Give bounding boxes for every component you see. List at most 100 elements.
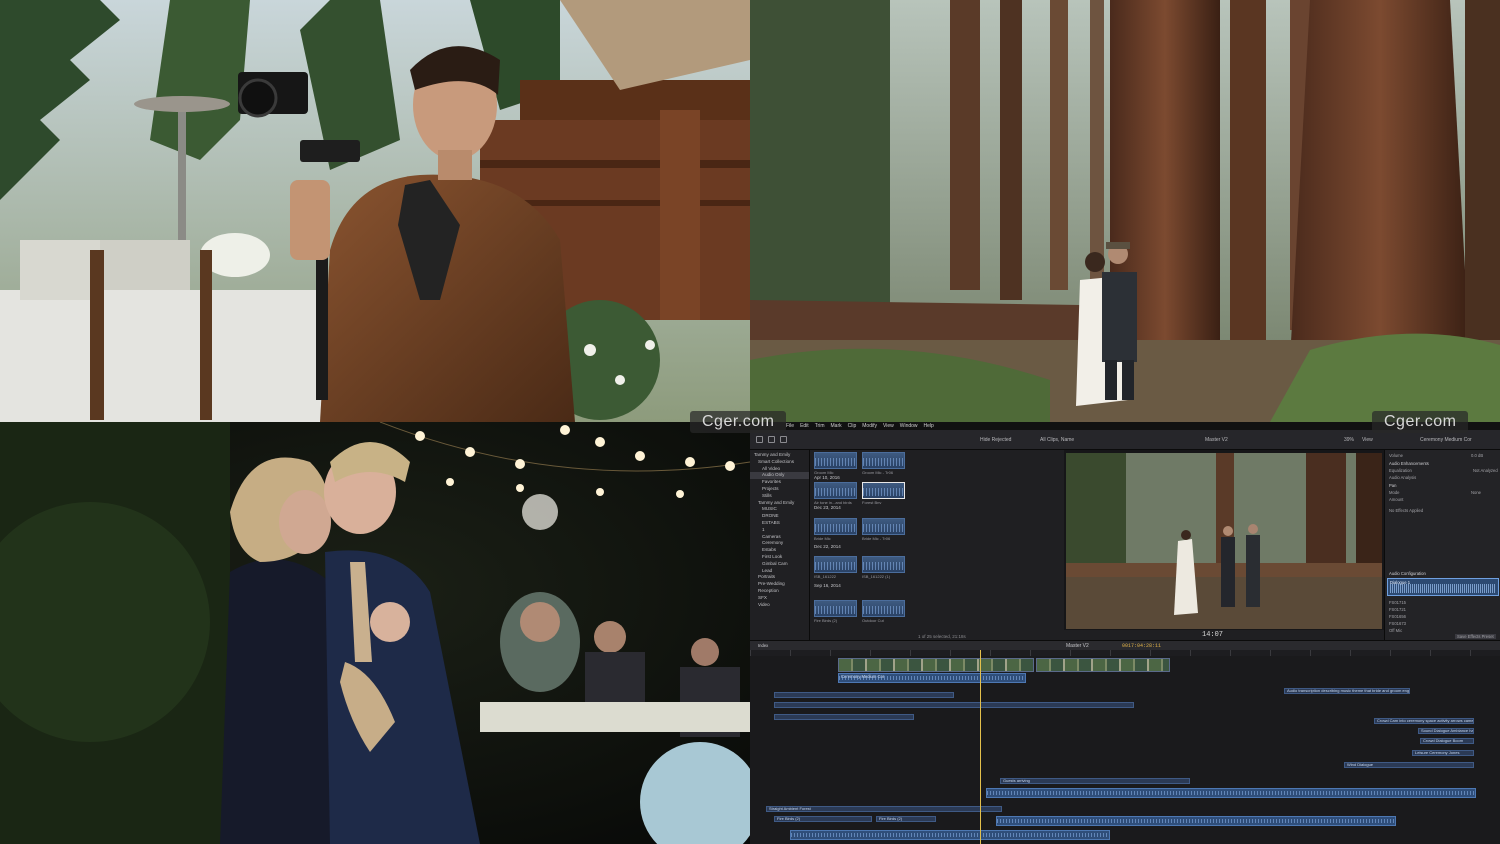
sidebar-item[interactable]: Estabs <box>750 547 809 554</box>
save-effects-preset-button[interactable]: Save Effects Preset <box>1455 634 1496 639</box>
menu-file[interactable]: File <box>786 423 794 429</box>
sidebar-item[interactable]: Portraits <box>750 574 809 581</box>
video-clip[interactable] <box>838 658 1034 672</box>
menu-mark[interactable]: Mark <box>831 423 842 429</box>
clip-name: Bride Mic - Tr06 <box>862 536 891 541</box>
sidebar-item[interactable]: SFX <box>750 595 809 602</box>
titles-icon[interactable] <box>780 436 787 443</box>
connected-clip[interactable]: Straight Ambient Forest <box>766 806 1002 812</box>
audio-component[interactable]: Off Mic <box>1389 628 1402 633</box>
browser-sort-info[interactable]: All Clips, Name <box>1040 437 1074 443</box>
clip-name: ISB_161222 <box>814 574 837 579</box>
menu-view[interactable]: View <box>883 423 894 429</box>
inspector-volume-label: Volume <box>1389 453 1403 458</box>
connected-clip[interactable]: Fire Birds (2) <box>774 816 872 822</box>
playhead[interactable] <box>980 650 981 844</box>
clip-thumbnail[interactable] <box>814 518 857 535</box>
menu-clip[interactable]: Clip <box>848 423 857 429</box>
audio-channel-name: Dialogue 1 <box>1390 580 1411 585</box>
audio-component[interactable]: FS01656 <box>1389 614 1406 619</box>
sidebar-item[interactable]: Cameras <box>750 534 809 541</box>
menu-trim[interactable]: Trim <box>815 423 825 429</box>
connected-clip[interactable]: Crowd Cam into ceremony space activity a… <box>1374 718 1474 724</box>
date-group[interactable]: Apr 10, 2016 <box>814 475 840 480</box>
libraries-icon[interactable] <box>756 436 763 443</box>
sidebar-item-selected[interactable]: Audio Only <box>750 472 809 480</box>
audio-component[interactable]: FS01715 <box>1389 600 1406 605</box>
sidebar-item[interactable]: Reception <box>750 588 809 595</box>
clip-thumbnail[interactable] <box>862 556 905 573</box>
still-first-dance <box>0 422 750 844</box>
inspector-pan-mode-value[interactable]: None <box>1471 490 1481 495</box>
menu-edit[interactable]: Edit <box>800 423 809 429</box>
sidebar-item[interactable]: DRONE <box>750 513 809 520</box>
sidebar-item[interactable]: ESTABS <box>750 520 809 527</box>
menu-help[interactable]: Help <box>924 423 934 429</box>
sidebar-item[interactable]: Tammy and Emily <box>750 500 809 507</box>
connected-clip[interactable] <box>774 692 954 698</box>
clip-thumbnail[interactable] <box>862 518 905 535</box>
audio-channel-waveform[interactable]: Dialogue 1 <box>1387 578 1499 596</box>
sidebar-item[interactable]: Gimbal Cam <box>750 561 809 568</box>
inspector-eq-value[interactable]: Not Analyzed <box>1473 468 1498 473</box>
sidebar-item[interactable]: First Look <box>750 554 809 561</box>
sidebar-item[interactable]: All Video <box>750 466 809 473</box>
clip-thumbnail[interactable] <box>814 452 857 469</box>
connected-clip[interactable]: Sound Dialogue Ambiance hallway <box>1418 728 1474 734</box>
date-group[interactable]: Dec 23, 2014 <box>814 505 841 510</box>
connected-clip[interactable]: Guests arriving <box>1000 778 1190 784</box>
audio-component[interactable]: FS01673 <box>1389 621 1406 626</box>
audio-clip[interactable]: Ceremony Medium Cor <box>838 673 1026 683</box>
connected-clip[interactable]: Leisure Ceremony Jones <box>1412 750 1474 756</box>
viewer-timecode[interactable]: 14:07 <box>1202 631 1223 639</box>
clip-name: Groom Mic - Tr06 <box>862 470 894 475</box>
connected-clip[interactable]: Audio transcription describing music the… <box>1284 688 1410 694</box>
sidebar-item[interactable]: MUSIC <box>750 506 809 513</box>
inspector-amount-label: Amount <box>1389 497 1404 502</box>
sidebar-item[interactable]: Lead <box>750 568 809 575</box>
inspector-volume-value[interactable]: 0.0 dB <box>1471 453 1483 458</box>
sidebar-item[interactable]: Projects <box>750 486 809 493</box>
sidebar-item[interactable]: Smart Collections <box>750 459 809 466</box>
timeline-index-button[interactable]: Index <box>758 643 768 648</box>
clip-thumbnail[interactable] <box>814 600 857 617</box>
sidebar-item[interactable]: Video <box>750 602 809 609</box>
audio-clip-name: Ceremony Medium Cor <box>841 674 885 679</box>
project-title: Master V2 <box>1066 643 1089 649</box>
sidebar-item[interactable]: Favorites <box>750 479 809 486</box>
zoom-level[interactable]: 39% <box>1344 437 1354 443</box>
ceremony-frame <box>1066 453 1382 629</box>
audio-clip[interactable] <box>986 788 1476 798</box>
video-clip[interactable] <box>1036 658 1170 672</box>
audio-clip[interactable] <box>790 830 1110 840</box>
sidebar-item[interactable]: Tammy and Emily <box>750 452 809 459</box>
connected-clip[interactable]: Crowd Dialogue Boom <box>1420 738 1474 744</box>
menu-modify[interactable]: Modify <box>862 423 877 429</box>
clip-thumbnail[interactable] <box>814 556 857 573</box>
clip-thumbnail[interactable] <box>862 600 905 617</box>
inspector-section[interactable]: Pan <box>1389 483 1396 488</box>
viewer-frame[interactable] <box>1066 453 1382 629</box>
date-group[interactable]: Dec 22, 2014 <box>814 544 841 549</box>
sidebar-item[interactable]: 1 <box>750 527 809 534</box>
audio-clip[interactable] <box>996 816 1396 826</box>
menu-window[interactable]: Window <box>900 423 918 429</box>
sidebar-item[interactable]: Stills <box>750 493 809 500</box>
clip-browser: Groom Mic Groom Mic - Tr06 Apr 10, 2016 … <box>810 450 1064 640</box>
hide-rejected-filter[interactable]: Hide Rejected <box>980 437 1011 443</box>
clip-thumbnail-selected[interactable] <box>862 482 905 499</box>
connected-clip[interactable] <box>774 702 1134 708</box>
clip-thumbnail[interactable] <box>862 452 905 469</box>
connected-clip[interactable]: Wind Dialogue <box>1344 762 1474 768</box>
date-group[interactable]: Sep 16, 2014 <box>814 583 841 588</box>
inspector-section[interactable]: Audio Enhancements <box>1389 461 1429 466</box>
clip-thumbnail[interactable] <box>814 482 857 499</box>
connected-clip[interactable]: Fire Birds (2) <box>876 816 936 822</box>
connected-clip[interactable] <box>774 714 914 720</box>
photos-audio-icon[interactable] <box>768 436 775 443</box>
sidebar-item[interactable]: Ceremony <box>750 540 809 547</box>
view-menu[interactable]: View <box>1362 437 1373 443</box>
audio-component[interactable]: FS01721 <box>1389 607 1406 612</box>
inspector-eq-label: Equalization <box>1389 468 1412 473</box>
sidebar-item[interactable]: Pre-Wedding <box>750 581 809 588</box>
